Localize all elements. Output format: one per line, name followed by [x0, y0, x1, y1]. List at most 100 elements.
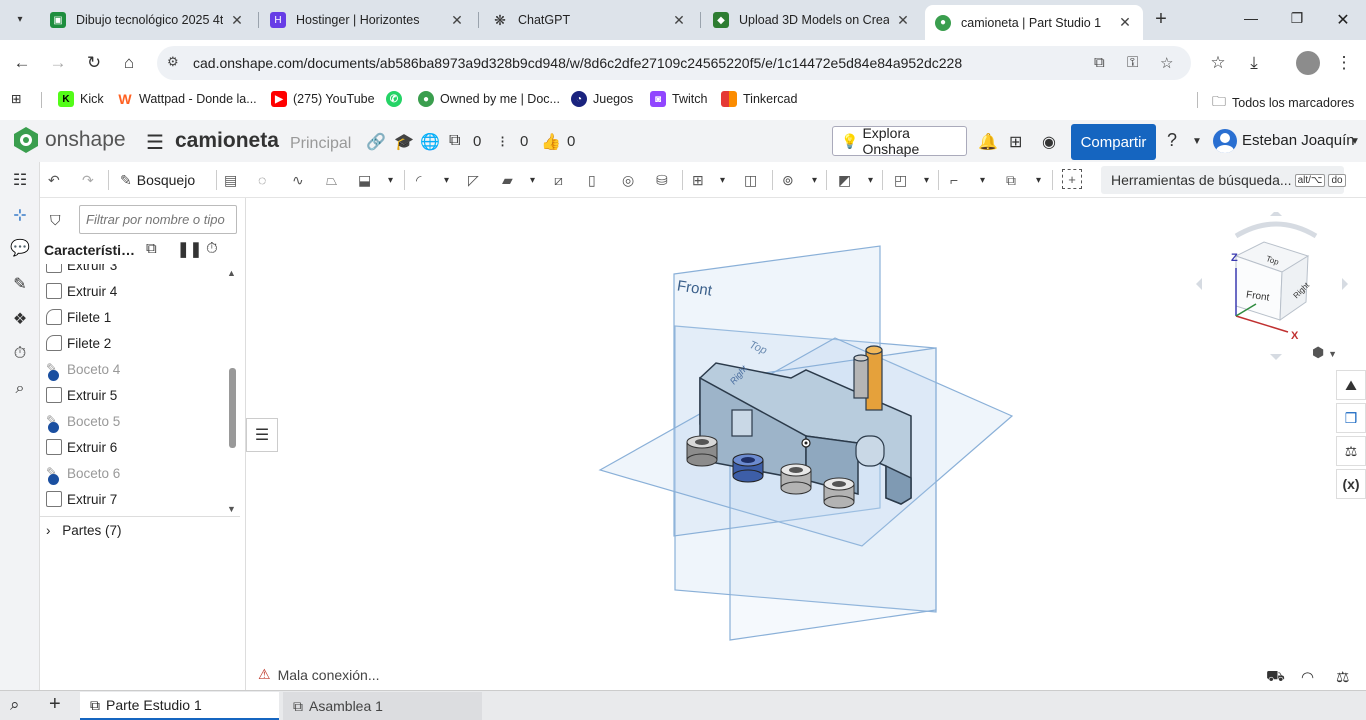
chevron-down-icon[interactable]: ▼	[1350, 136, 1360, 147]
pattern-icon[interactable]: ⊞	[692, 169, 704, 191]
graphics-viewport[interactable]: Front Top Right Z X Front Top Right ⬢ ▼ …	[246, 198, 1366, 690]
branch-name[interactable]: Principal	[290, 135, 351, 153]
browser-tab-1[interactable]: ▣ Dibujo tecnológico 2025 4to ✕	[40, 5, 255, 35]
user-name[interactable]: Esteban Joaquín	[1242, 132, 1355, 149]
bookmark-juegos[interactable]: ◔ Juegos	[571, 91, 633, 107]
timer-icon[interactable]: ⏱	[206, 240, 218, 257]
hamburger-menu-icon[interactable]: ☰	[146, 130, 164, 155]
close-icon[interactable]: ✕	[449, 12, 465, 29]
maximize-button[interactable]: ❐	[1287, 10, 1307, 27]
sheet-metal-icon[interactable]: ⌐	[950, 169, 958, 191]
view-cube[interactable]	[1196, 212, 1356, 362]
parts-list-toggle[interactable]: › Partes (7)	[46, 523, 122, 538]
chevron-down-icon[interactable]: ▾	[868, 169, 873, 191]
draft-icon[interactable]: ▰	[502, 169, 513, 191]
bookmark-wattpad[interactable]: W Wattpad - Donde la...	[117, 91, 256, 107]
browser-tab-2[interactable]: H Hostinger | Horizontes ✕	[260, 5, 475, 35]
section-view-icon[interactable]: ⚖	[1336, 668, 1349, 686]
minimize-button[interactable]: —	[1241, 10, 1261, 26]
chevron-down-icon[interactable]: ▾	[388, 169, 393, 191]
browser-tab-4[interactable]: ◆ Upload 3D Models on Crealit ✕	[703, 5, 921, 35]
feature-filter-input[interactable]	[79, 205, 237, 234]
insert-icon[interactable]: ⊹	[8, 203, 32, 227]
reload-button[interactable]: ↻	[83, 52, 105, 74]
shell-icon[interactable]: ▯	[588, 169, 596, 191]
translate-icon[interactable]: ⧉	[1094, 54, 1105, 71]
chevron-down-icon[interactable]: ▾	[720, 169, 725, 191]
appearance-panel-icon[interactable]: ❒	[1336, 403, 1366, 433]
bookmark-kick[interactable]: K Kick	[58, 91, 104, 107]
tab-search-button[interactable]: ▾	[8, 7, 32, 31]
chevron-down-icon[interactable]: ▾	[924, 169, 929, 191]
forward-button[interactable]: →	[47, 52, 69, 74]
chevron-down-icon[interactable]: ▾	[444, 169, 449, 191]
share-button[interactable]: Compartir	[1071, 124, 1156, 160]
close-icon[interactable]: ✕	[895, 12, 911, 29]
list-item[interactable]: ✎ Boceto 5	[46, 410, 120, 433]
pause-icon[interactable]: ❚❚	[177, 240, 202, 258]
back-button[interactable]: ←	[11, 52, 33, 74]
home-button[interactable]: ⌂	[118, 52, 140, 74]
close-icon[interactable]: ✕	[671, 12, 687, 29]
chevron-down-icon[interactable]: ▾	[980, 169, 985, 191]
chevron-down-icon[interactable]: ▾	[1036, 169, 1041, 191]
thicken-icon[interactable]: ⬓	[358, 169, 371, 191]
variables-icon[interactable]: (x)	[1336, 469, 1366, 499]
revolve-icon[interactable]: ◌	[258, 169, 266, 191]
link-icon[interactable]: 🔗	[366, 132, 386, 152]
list-item[interactable]: Extruir 7	[46, 488, 117, 510]
url-bar[interactable]: ⚙ cad.onshape.com/documents/ab586ba8973a…	[157, 46, 1191, 80]
view-cube-menu-icon[interactable]: ⬢ ▼	[1312, 344, 1337, 361]
search-tools-box[interactable]: Herramientas de búsqueda... alt/⌥ do	[1101, 166, 1346, 194]
close-icon[interactable]: ✕	[229, 12, 245, 29]
chamfer-icon[interactable]: ◸	[468, 169, 479, 191]
notifications-bell-icon[interactable]: 🔔	[978, 132, 998, 152]
browser-tab-3[interactable]: ❋ ChatGPT ✕	[482, 5, 697, 35]
close-icon[interactable]: ✕	[1117, 14, 1133, 31]
list-view-toggle-icon[interactable]: ☰	[246, 418, 278, 452]
bookmark-whatsapp[interactable]: ✆	[386, 91, 408, 107]
extensions-star-icon[interactable]: ☆	[1207, 52, 1229, 74]
list-item[interactable]: Extruir 5	[46, 384, 117, 406]
browser-menu-icon[interactable]: ⋮	[1333, 52, 1355, 74]
rib-icon[interactable]: ⧄	[554, 169, 563, 191]
render-mode-icon[interactable]: ⛰	[1336, 370, 1366, 400]
hole-icon[interactable]: ◎	[622, 169, 634, 191]
list-item[interactable]: Extruir 3	[46, 264, 117, 276]
scroll-up-arrow[interactable]: ▲	[227, 268, 236, 278]
fillet-icon[interactable]: ◜	[416, 169, 421, 191]
versions-icon[interactable]: ⧉	[449, 132, 460, 150]
apps-grid-icon[interactable]: ⊞	[11, 91, 21, 106]
mirror-icon[interactable]: ◫	[744, 169, 757, 191]
learning-center-icon[interactable]: ◉	[1042, 132, 1056, 152]
thread-icon[interactable]: ⛁	[656, 169, 668, 191]
graduation-cap-icon[interactable]: 🎓	[394, 132, 414, 152]
thumbs-up-icon[interactable]: 👍	[541, 132, 561, 152]
extrude-icon[interactable]: ▤	[224, 169, 237, 191]
chevron-down-icon[interactable]: ▾	[530, 169, 535, 191]
feature-list-icon[interactable]: ☷	[8, 168, 32, 192]
plane-icon[interactable]: ◰	[894, 169, 907, 191]
explore-onshape-button[interactable]: 💡 Explora Onshape	[832, 125, 967, 157]
perspective-icon[interactable]: ◠	[1301, 668, 1314, 686]
password-key-icon[interactable]: ⚿	[1127, 54, 1138, 71]
comments-icon[interactable]: 💬	[8, 236, 32, 260]
bookmark-star-icon[interactable]: ☆	[1160, 54, 1173, 72]
document-name[interactable]: camioneta	[175, 129, 279, 153]
new-tab-button[interactable]: +	[1150, 8, 1172, 31]
onshape-wordmark[interactable]: onshape	[45, 128, 126, 152]
bookmark-onshape[interactable]: ● Owned by me | Doc...	[418, 91, 560, 107]
new-folder-icon[interactable]: ⧉	[146, 240, 157, 257]
scroll-down-arrow[interactable]: ▼	[227, 504, 236, 514]
notes-icon[interactable]: ✎	[8, 272, 32, 296]
all-bookmarks-button[interactable]: 🗀 Todos los marcadores	[1212, 91, 1354, 115]
tab-assembly[interactable]: ⧉ Asamblea 1	[283, 692, 482, 720]
user-avatar[interactable]	[1213, 129, 1237, 153]
globe-icon[interactable]: 🌐	[420, 132, 440, 152]
mass-properties-icon[interactable]: ⚖	[1336, 436, 1366, 466]
feature-list-scrollbar[interactable]	[229, 368, 236, 448]
history-timer-icon[interactable]: ⏱	[8, 342, 32, 366]
boolean-icon[interactable]: ⊚	[782, 169, 794, 191]
view-mode-icon[interactable]: ⛟	[1266, 668, 1285, 687]
url-text[interactable]: cad.onshape.com/documents/ab586ba8973a9d…	[193, 55, 962, 71]
